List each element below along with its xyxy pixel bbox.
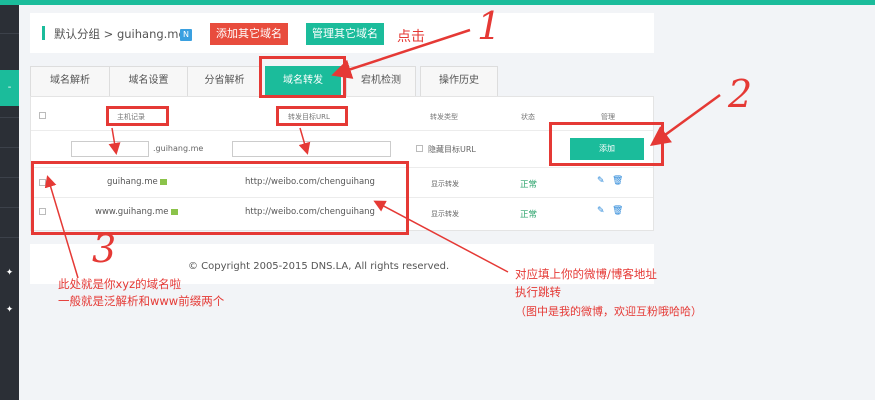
sidebar-divider	[0, 207, 19, 208]
tab-operation-history[interactable]: 操作历史	[420, 66, 498, 96]
annotation-note-url-3: （图中是我的微博，欢迎互粉哦哈哈）	[515, 305, 702, 318]
sidebar-expand-icon[interactable]: ✦	[0, 305, 19, 315]
table-row-host: guihang.me	[107, 177, 167, 187]
breadcrumb-marker	[42, 26, 45, 40]
column-header-manage: 管理	[601, 113, 615, 121]
sidebar-divider	[0, 177, 19, 178]
status-badge: 正常	[520, 210, 538, 220]
pencil-icon[interactable]: ✎	[597, 176, 605, 186]
sidebar-divider	[0, 147, 19, 148]
flag-icon	[159, 178, 167, 185]
host-record-value: www.guihang.me	[95, 207, 169, 217]
forwarding-table: 主机记录 转发目标URL 转发类型 状态 管理 .guihang.me 隐藏目标…	[30, 96, 654, 231]
arrow-to-add	[649, 93, 721, 146]
annotation-note-url-1: 对应填上你的微博/博客地址	[515, 267, 657, 281]
table-divider	[31, 167, 653, 168]
add-record-button[interactable]: 添加	[570, 138, 644, 160]
select-all-checkbox[interactable]	[39, 112, 46, 119]
row-checkbox[interactable]	[39, 208, 46, 215]
column-header-host: 主机记录	[117, 113, 145, 121]
sidebar-expand-icon[interactable]: ✦	[0, 268, 19, 278]
column-header-status: 状态	[521, 113, 535, 121]
domain-header: 默认分组 > guihang.me N 添加其它域名 管理其它域名	[30, 13, 654, 53]
host-record-value: guihang.me	[107, 177, 158, 187]
annotation-step-1: 1	[477, 4, 502, 48]
flag-icon	[170, 208, 178, 215]
annotation-note-host-1: 此处就是你xyz的域名啦	[58, 277, 182, 291]
tab-domain-settings[interactable]: 域名设置	[109, 66, 188, 96]
column-header-forward-type: 转发类型	[430, 113, 458, 121]
add-other-domain-button[interactable]: 添加其它域名	[210, 23, 288, 45]
domain-badge-icon: N	[180, 29, 192, 41]
status-badge: 正常	[520, 180, 538, 190]
sidebar-divider	[0, 117, 19, 118]
column-header-target-url: 转发目标URL	[288, 113, 330, 121]
sidebar-divider	[0, 237, 19, 238]
target-url-value: http://weibo.com/chenguihang	[245, 177, 375, 187]
domain-suffix: .guihang.me	[153, 144, 204, 153]
hide-url-label: 隐藏目标URL	[428, 145, 476, 154]
manage-other-domain-button[interactable]: 管理其它域名	[306, 23, 384, 45]
annotation-step-2: 2	[728, 72, 753, 116]
target-url-input[interactable]	[232, 141, 391, 157]
trash-icon[interactable]: 🗑	[612, 176, 623, 186]
hide-url-checkbox[interactable]	[416, 145, 423, 152]
annotation-note-url-2: 执行跳转	[515, 285, 561, 299]
tab-dns-resolution[interactable]: 域名解析	[30, 66, 110, 96]
forward-type-value: 显示转发	[431, 180, 459, 188]
target-url-value: http://weibo.com/chenguihang	[245, 207, 375, 217]
host-record-input[interactable]	[71, 141, 149, 157]
annotation-click: 点击	[397, 29, 425, 45]
forward-type-value: 显示转发	[431, 210, 459, 218]
tab-downtime-check[interactable]: 宕机检测	[346, 66, 416, 96]
table-divider	[31, 130, 653, 131]
table-row-host: www.guihang.me	[95, 207, 178, 217]
sidebar-divider	[0, 33, 19, 34]
row-checkbox[interactable]	[39, 179, 46, 186]
tab-province-resolution[interactable]: 分省解析	[187, 66, 262, 96]
pencil-icon[interactable]: ✎	[597, 206, 605, 216]
annotation-step-3: 3	[92, 227, 117, 271]
copyright-text: © Copyright 2005-2015 DNS.LA, All rights…	[188, 261, 450, 272]
trash-icon[interactable]: 🗑	[612, 206, 623, 216]
sidebar: - ✦ ✦	[0, 5, 19, 400]
breadcrumb: 默认分组 > guihang.me	[54, 27, 186, 41]
sidebar-item-active[interactable]: -	[0, 70, 19, 106]
annotation-note-host-2: 一般就是泛解析和www前缀两个	[58, 294, 225, 308]
top-accent-bar	[0, 0, 875, 5]
tab-domain-forwarding[interactable]: 域名转发	[265, 66, 341, 96]
table-divider	[31, 197, 653, 198]
